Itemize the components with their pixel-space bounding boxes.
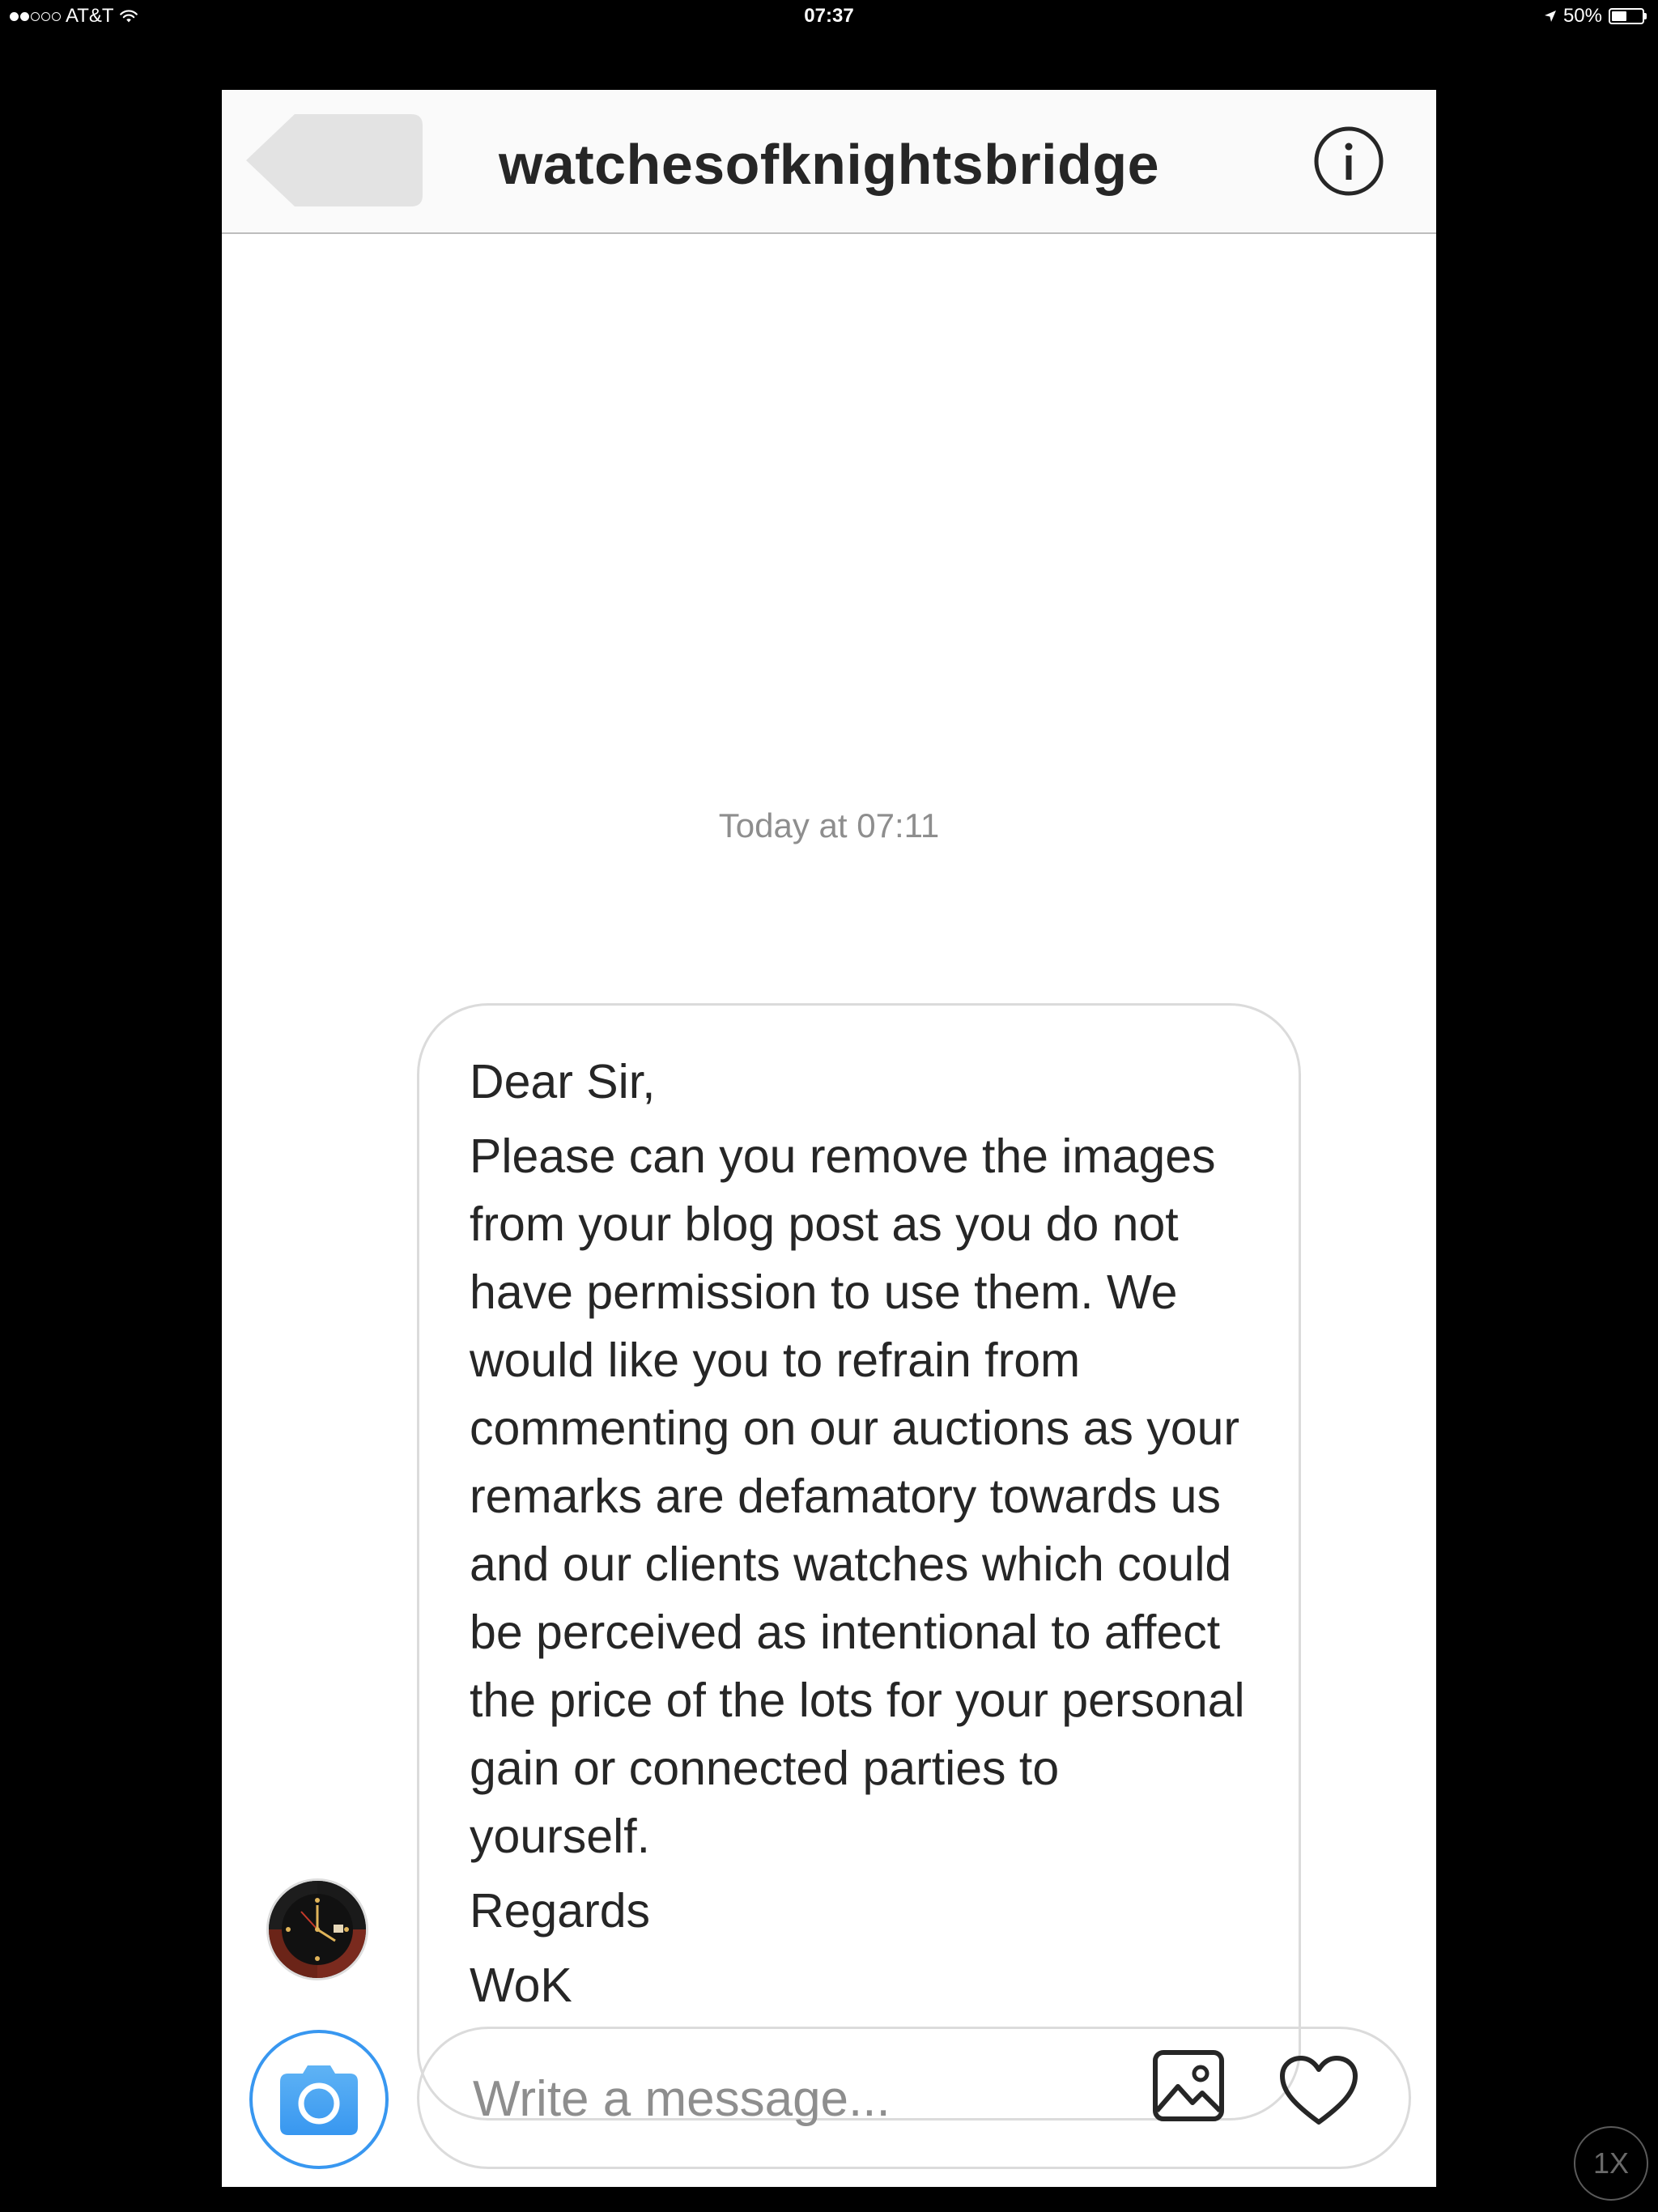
message-thread[interactable]: Today at 07:11 Dear Sir, Please can you … — [222, 234, 1436, 2121]
battery-icon — [1609, 8, 1647, 24]
sender-avatar[interactable] — [266, 1878, 369, 1981]
camera-button[interactable] — [248, 2028, 390, 2171]
navigation-bar: watchesofknightsbridge — [222, 90, 1436, 234]
like-button[interactable] — [1278, 2054, 1359, 2127]
gallery-button[interactable] — [1152, 2049, 1225, 2122]
battery-fill — [1612, 11, 1626, 21]
status-right: 50% — [1544, 5, 1647, 28]
camera-icon — [249, 2030, 389, 2169]
zoom-badge[interactable]: 1X — [1574, 2126, 1648, 2201]
direct-message-screen: watchesofknightsbridge Today at 07:11 De… — [222, 90, 1436, 2187]
message-timestamp: Today at 07:11 — [718, 806, 940, 844]
message-signoff: Regards — [470, 1884, 651, 1938]
battery-body — [1609, 8, 1644, 24]
status-clock: 07:37 — [804, 5, 854, 27]
battery-percent: 50% — [1562, 5, 1602, 27]
message-signature: WoK — [470, 1959, 572, 2012]
thread-title[interactable]: watchesofknightsbridge — [222, 132, 1436, 197]
received-message-bubble[interactable]: Dear Sir, Please can you remove the imag… — [417, 1003, 1301, 2121]
message-input-container[interactable] — [417, 2027, 1411, 2169]
message-input[interactable] — [473, 2060, 1104, 2138]
heart-icon — [1280, 2056, 1358, 2125]
location-arrow-icon — [1544, 11, 1556, 22]
watch-avatar-icon — [266, 1878, 368, 1980]
message-greeting: Dear Sir, — [470, 1055, 656, 1108]
message-body: Please can you remove the images from yo… — [470, 1129, 1245, 1863]
info-button[interactable] — [1313, 125, 1384, 197]
image-gallery-icon — [1153, 2050, 1224, 2121]
status-bar: AT&T 07:37 50% — [0, 0, 1658, 36]
info-icon — [1314, 126, 1384, 196]
message-composer — [222, 2017, 1436, 2187]
battery-nub — [1644, 13, 1647, 19]
